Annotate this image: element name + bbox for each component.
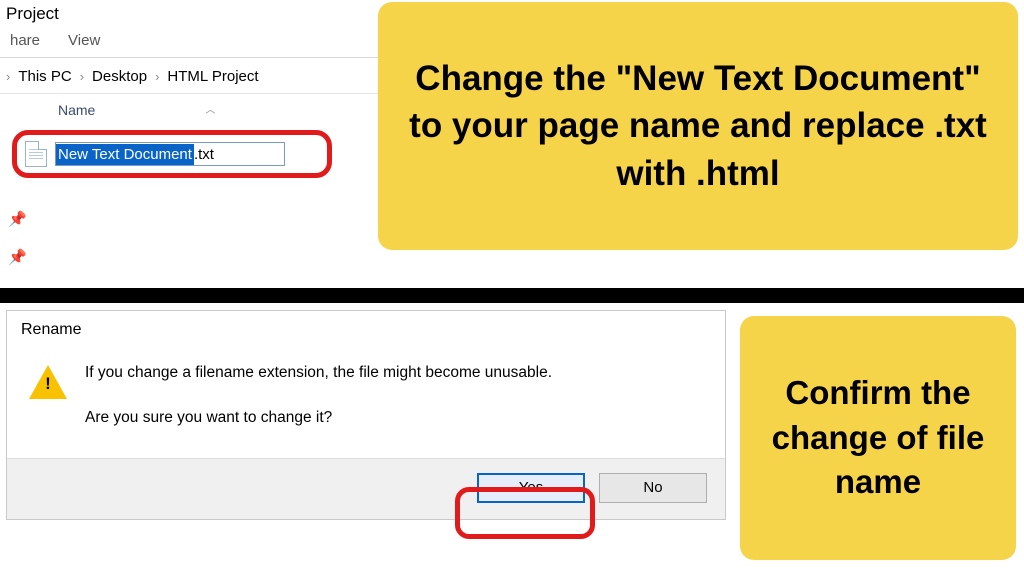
quick-access-pins: 📌 📌	[8, 210, 27, 266]
dialog-message: If you change a filename extension, the …	[85, 361, 552, 384]
chevron-right-icon: ›	[155, 69, 159, 84]
filename-edit-input[interactable]: New Text Document .txt	[55, 142, 285, 166]
window-title: Project	[0, 0, 380, 30]
column-header-name[interactable]: Name	[58, 102, 95, 118]
filename-selected-text: New Text Document	[56, 144, 194, 165]
pin-icon: 📌	[8, 248, 27, 266]
file-explorer-window: Project hare View › This PC › Desktop › …	[0, 0, 380, 285]
warning-icon	[29, 365, 67, 399]
highlight-ring: New Text Document .txt	[12, 130, 332, 178]
text-file-icon	[25, 141, 47, 167]
file-row: New Text Document .txt	[12, 130, 332, 178]
dialog-question: Are you sure you want to change it?	[85, 406, 552, 429]
chevron-right-icon: ›	[80, 69, 84, 84]
ribbon-tabs: hare View	[0, 30, 380, 58]
breadcrumb-item[interactable]: Desktop	[92, 68, 147, 85]
dialog-button-row: Yes No	[7, 458, 725, 519]
filename-extension: .txt	[194, 144, 216, 165]
dialog-title: Rename	[7, 311, 725, 343]
ribbon-tab-share[interactable]: hare	[10, 32, 40, 49]
ribbon-tab-view[interactable]: View	[68, 32, 100, 49]
column-header-row: Name ︿	[0, 94, 380, 124]
dialog-text: If you change a filename extension, the …	[85, 361, 552, 452]
rename-dialog: Rename If you change a filename extensio…	[6, 310, 726, 520]
breadcrumb-item[interactable]: This PC	[18, 68, 71, 85]
pin-icon: 📌	[8, 210, 27, 228]
section-divider	[0, 288, 1024, 303]
breadcrumb-item[interactable]: HTML Project	[167, 68, 258, 85]
no-button[interactable]: No	[599, 473, 707, 503]
sort-caret-icon: ︿	[205, 101, 215, 116]
chevron-right-icon: ›	[6, 69, 10, 84]
annotation-instruction-top: Change the "New Text Document" to your p…	[378, 2, 1018, 250]
yes-button[interactable]: Yes	[477, 473, 585, 503]
breadcrumb: › This PC › Desktop › HTML Project	[0, 58, 380, 94]
annotation-instruction-bottom: Confirm the change of file name	[740, 316, 1016, 560]
